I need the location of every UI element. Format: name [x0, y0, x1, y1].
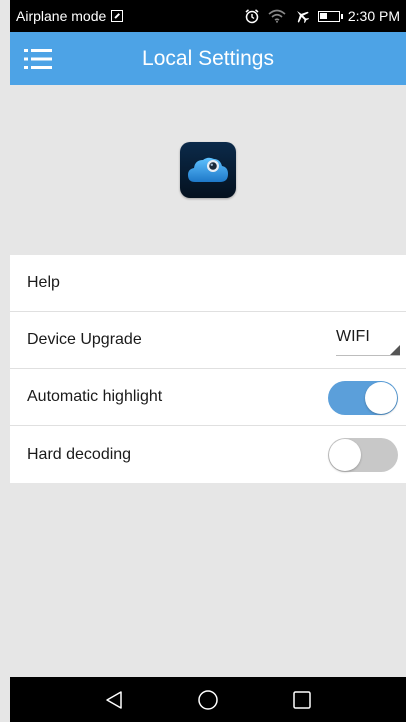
sim-icon	[111, 10, 124, 22]
recents-button[interactable]	[291, 689, 313, 711]
status-bar: Airplane mode 2:30 PM	[10, 0, 406, 32]
device-upgrade-dropdown[interactable]: WIFI	[336, 324, 400, 356]
device-upgrade-row[interactable]: Device Upgrade WIFI	[10, 312, 406, 369]
help-row[interactable]: Help	[10, 255, 406, 312]
toggle-knob	[365, 382, 397, 414]
status-left: Airplane mode	[16, 8, 124, 24]
hard-decoding-label: Hard decoding	[27, 445, 132, 463]
device-upgrade-value: WIFI	[336, 328, 370, 345]
logo-area	[10, 85, 406, 255]
recents-square-icon	[293, 690, 311, 709]
device-screen: Airplane mode 2:30 PM Local Settings Hel…	[10, 0, 406, 722]
back-triangle-icon	[106, 690, 122, 709]
settings-list: Help Device Upgrade WIFI Automatic highl…	[10, 255, 406, 483]
automatic-highlight-label: Automatic highlight	[27, 388, 163, 405]
page-title: Local Settings	[142, 46, 274, 70]
battery-icon	[317, 10, 343, 22]
cloud-camera-app-icon	[180, 142, 236, 198]
app-bar: Local Settings	[10, 32, 406, 85]
airplane-icon	[296, 11, 309, 24]
hard-decoding-toggle[interactable]	[328, 438, 398, 472]
dropdown-arrow-icon	[390, 345, 400, 355]
hard-decoding-row[interactable]: Hard decoding	[10, 426, 406, 483]
dropdown-underline	[336, 355, 400, 356]
navigation-bar	[10, 677, 406, 722]
menu-button[interactable]	[10, 32, 66, 85]
toggle-knob	[329, 439, 361, 471]
status-right: 2:30 PM	[244, 8, 400, 24]
airplane-mode-label: Airplane mode	[16, 8, 107, 24]
automatic-highlight-row[interactable]: Automatic highlight	[10, 369, 406, 426]
back-button[interactable]	[103, 689, 125, 711]
home-circle-icon	[198, 689, 218, 710]
help-label: Help	[27, 274, 60, 291]
hamburger-menu-icon	[24, 48, 52, 69]
cloud-icon	[188, 157, 228, 182]
clock: 2:30 PM	[347, 8, 400, 24]
alarm-icon	[245, 9, 259, 24]
wifi-icon	[268, 9, 286, 23]
device-upgrade-label: Device Upgrade	[27, 331, 142, 348]
automatic-highlight-toggle[interactable]	[328, 381, 398, 415]
home-button[interactable]	[197, 689, 219, 711]
